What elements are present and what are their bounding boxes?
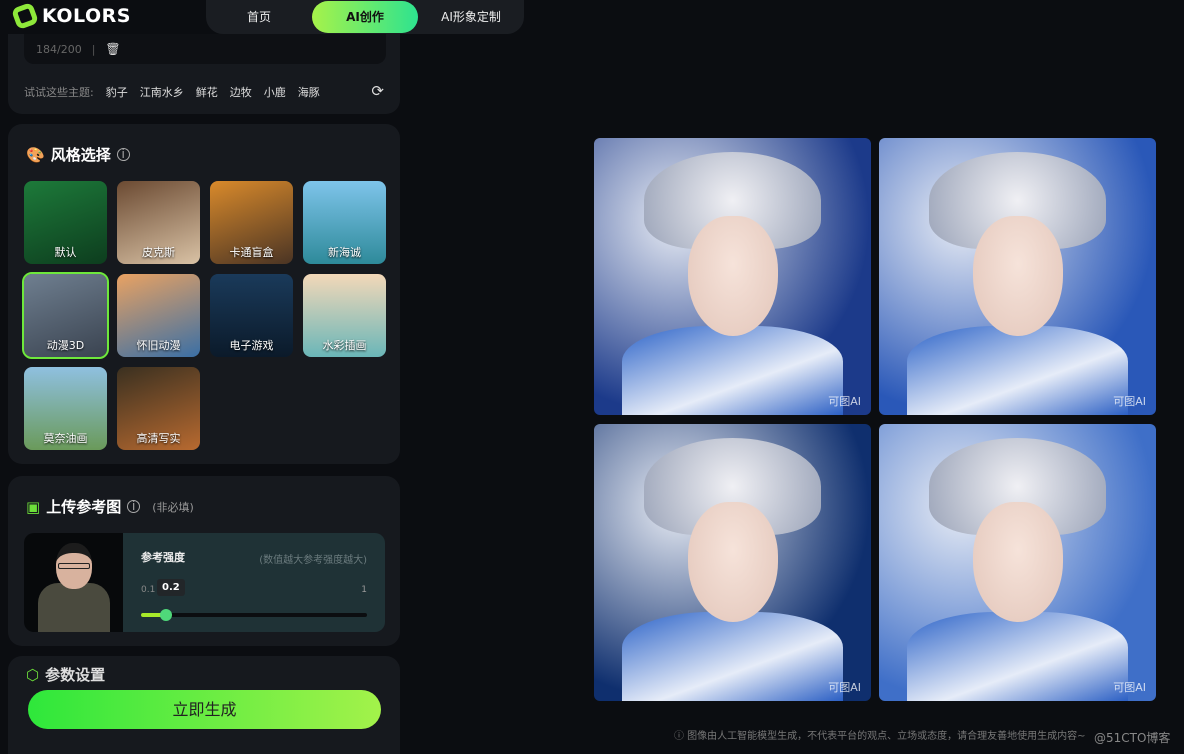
reference-panel: ▣ 上传参考图 i (非必填) 参考强度 (数值越大参考强度越大) 0.1 0.… (8, 476, 400, 646)
settings-icon: ⬡ (26, 665, 40, 684)
style-option[interactable]: 怀旧动漫 (117, 274, 200, 357)
reference-card: 参考强度 (数值越大参考强度越大) 0.1 0.2 1 (24, 533, 385, 632)
style-option-label: 动漫3D (46, 339, 85, 352)
prompt-panel: 184/200 | 🗑 试试这些主题: 豹子 江南水乡 鲜花 边牧 小鹿 海豚 … (8, 34, 400, 114)
generated-image[interactable]: 可图AI (594, 424, 871, 701)
style-option-label: 卡通盲盒 (229, 246, 274, 259)
image-watermark: 可图AI (828, 681, 861, 694)
strength-hint: (数值越大参考强度越大) (259, 555, 367, 566)
slider-value: 0.2 (157, 579, 185, 596)
topic-chip[interactable]: 豹子 (106, 84, 128, 100)
style-option[interactable]: 卡通盲盒 (210, 181, 293, 264)
style-option-label: 莫奈油画 (43, 432, 88, 445)
topic-chip[interactable]: 鲜花 (196, 84, 218, 100)
slider-handle[interactable] (160, 609, 173, 621)
style-grid: 默认 皮克斯 卡通盲盒 新海诚动漫3D 怀旧动漫 电子游戏 水彩插画莫奈油画 高清写实 (22, 181, 386, 450)
topic-chip[interactable]: 边牧 (230, 84, 252, 100)
generated-image[interactable]: 可图AI (594, 138, 871, 415)
refresh-icon[interactable]: ⟳ (371, 82, 384, 100)
topic-chip[interactable]: 小鹿 (264, 84, 286, 100)
reference-photo[interactable] (24, 533, 123, 632)
generated-image[interactable]: 可图AI (879, 138, 1156, 415)
nav-home[interactable]: 首页 (206, 1, 312, 33)
optional-label: (非必填) (152, 500, 194, 514)
logo-text: KOLORS (42, 5, 131, 27)
logo[interactable]: KOLORS (10, 1, 131, 31)
style-option[interactable]: 默认 (24, 181, 107, 264)
image-watermark: 可图AI (1113, 395, 1146, 408)
style-panel: 🎨 风格选择 i 默认 皮克斯 卡通盲盒 新海诚动漫3D 怀旧动漫 电子游戏 水彩插画莫奈油… (8, 124, 400, 464)
style-option[interactable]: 新海诚 (303, 181, 386, 264)
palette-icon: 🎨 (26, 145, 45, 164)
style-option-label: 高清写实 (136, 432, 181, 445)
style-option-label: 皮克斯 (142, 246, 175, 259)
style-option-label: 电子游戏 (229, 339, 274, 352)
watermark-credit: @51CTO博客 (1094, 731, 1171, 745)
info-icon[interactable]: i (116, 148, 130, 161)
style-option[interactable]: 高清写实 (117, 367, 200, 450)
style-option[interactable]: 皮克斯 (117, 181, 200, 264)
image-watermark: 可图AI (828, 395, 861, 408)
kolors-logo-icon (10, 1, 40, 31)
reference-title: 上传参考图 (46, 498, 122, 516)
style-option[interactable]: 水彩插画 (303, 274, 386, 357)
style-option-label: 默认 (54, 246, 77, 259)
params-title: 参数设置 (45, 666, 106, 684)
topics-label: 试试这些主题: (24, 86, 94, 99)
style-option-label: 水彩插画 (322, 339, 367, 352)
style-option-label: 新海诚 (328, 246, 361, 259)
style-option[interactable]: 莫奈油画 (24, 367, 107, 450)
nav-ai-create[interactable]: AI创作 (312, 1, 418, 33)
style-title: 风格选择 (50, 146, 111, 164)
generated-image[interactable]: 可图AI (879, 424, 1156, 701)
topic-suggestions: 试试这些主题: 豹子 江南水乡 鲜花 边牧 小鹿 海豚 (24, 84, 384, 100)
style-option[interactable]: 动漫3D (22, 272, 109, 359)
topic-chip[interactable]: 海豚 (298, 84, 320, 100)
image-watermark: 可图AI (1113, 681, 1146, 694)
disclaimer: ⓘ 图像由人工智能模型生成，不代表平台的观点、立场或态度，请合理友善地使用生成内… (674, 731, 1086, 742)
trash-icon[interactable]: 🗑 (105, 42, 120, 56)
image-icon: ▣ (26, 497, 41, 516)
slider-min: 0.1 (141, 585, 156, 595)
nav-ai-avatar[interactable]: AI形象定制 (418, 1, 524, 33)
top-nav: 首页 AI创作 AI形象定制 (206, 0, 524, 34)
generate-button[interactable]: 立即生成 (28, 690, 381, 729)
info-icon[interactable]: i (127, 500, 141, 513)
strength-slider[interactable] (141, 609, 367, 621)
slider-max: 1 (361, 585, 367, 595)
char-counter: 184/200 (36, 42, 82, 56)
topic-chip[interactable]: 江南水乡 (140, 84, 184, 100)
style-option[interactable]: 电子游戏 (210, 274, 293, 357)
style-option-label: 怀旧动漫 (136, 339, 181, 352)
prompt-input-footer: 184/200 | 🗑 (24, 34, 386, 64)
